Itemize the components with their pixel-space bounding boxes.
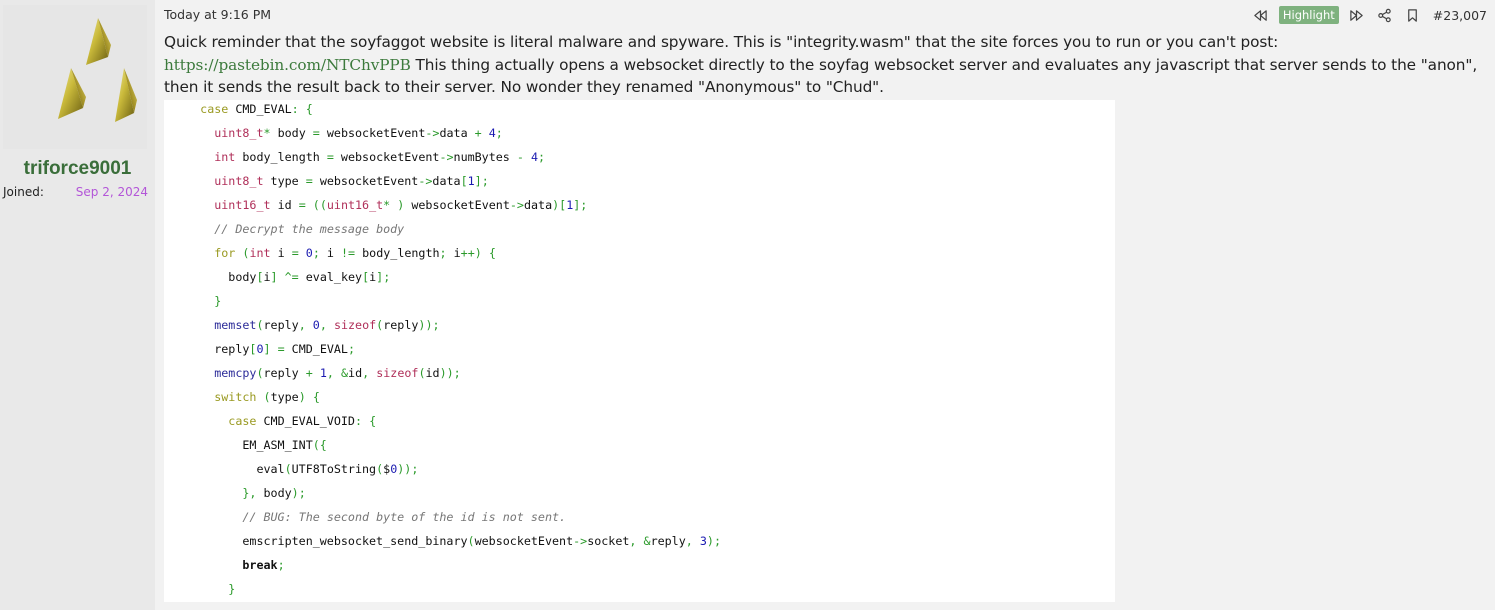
bookmark-icon[interactable]: [1403, 5, 1423, 25]
code-line: // BUG: The second byte of the id is not…: [242, 510, 567, 524]
joined-info: Joined: Sep 2, 2024: [3, 185, 148, 203]
code-line: memcpy(reply + 1, &id, sizeof(id));: [214, 366, 461, 380]
code-line: emscripten_websocket_send_binary(websock…: [172, 534, 721, 548]
post-timestamp[interactable]: Today at 9:16 PM: [164, 7, 271, 22]
code-line: memset(reply, 0, sizeof(reply));: [214, 318, 440, 332]
forum-post: triforce9001 Joined: Sep 2, 2024 Today a…: [0, 0, 1495, 610]
avatar[interactable]: [3, 5, 147, 149]
code-line: switch (type) {: [214, 390, 320, 404]
code-line: // Decrypt the message body: [214, 222, 405, 236]
rewind-icon[interactable]: [1251, 5, 1271, 25]
post-actions: Highlight #23,007: [1243, 5, 1487, 25]
code-line: uint8_t type = websocketEvent->data[1];: [214, 174, 489, 188]
code-line: case CMD_EVAL: {: [200, 102, 313, 116]
code-line: body[i] ^= eval_key[i];: [172, 270, 391, 284]
highlight-button[interactable]: Highlight: [1278, 6, 1339, 24]
user-info-panel: triforce9001 Joined: Sep 2, 2024: [0, 0, 155, 610]
post-number-link[interactable]: #23,007: [1433, 8, 1487, 23]
joined-label: Joined:: [3, 185, 44, 199]
code-line: reply[0] = CMD_EVAL;: [172, 342, 356, 356]
code-line: uint8_t* body = websocketEvent->data + 4…: [214, 126, 503, 140]
username[interactable]: triforce9001: [0, 158, 155, 180]
post-content: Today at 9:16 PM Highlight #23,007 Quick…: [155, 0, 1495, 610]
joined-date: Sep 2, 2024: [75, 185, 148, 199]
code-line: eval(UTF8ToString($0));: [172, 462, 419, 476]
fast-forward-icon[interactable]: [1347, 5, 1367, 25]
code-line: int body_length = websocketEvent->numByt…: [214, 150, 546, 164]
triforce-avatar-icon: [58, 18, 137, 122]
code-line: }, body);: [242, 486, 306, 500]
code-line: break;: [242, 558, 285, 572]
code-line: }: [228, 582, 236, 596]
code-line: EM_ASM_INT({: [172, 438, 327, 452]
message-text-1: Quick reminder that the soyfaggot websit…: [164, 33, 1279, 51]
share-icon[interactable]: [1375, 5, 1395, 25]
pastebin-link[interactable]: https://pastebin.com/NTChvPPB: [164, 56, 411, 74]
code-block: case CMD_EVAL: { uint8_t* body = websock…: [164, 100, 1115, 602]
code-line: uint16_t id = ((uint16_t* ) websocketEve…: [214, 198, 588, 212]
code-line: for (int i = 0; i != body_length; i++) {: [214, 246, 496, 260]
code-line: case CMD_EVAL_VOID: {: [228, 414, 377, 428]
code-line: }: [214, 294, 222, 308]
post-message: Quick reminder that the soyfaggot websit…: [164, 31, 1492, 99]
